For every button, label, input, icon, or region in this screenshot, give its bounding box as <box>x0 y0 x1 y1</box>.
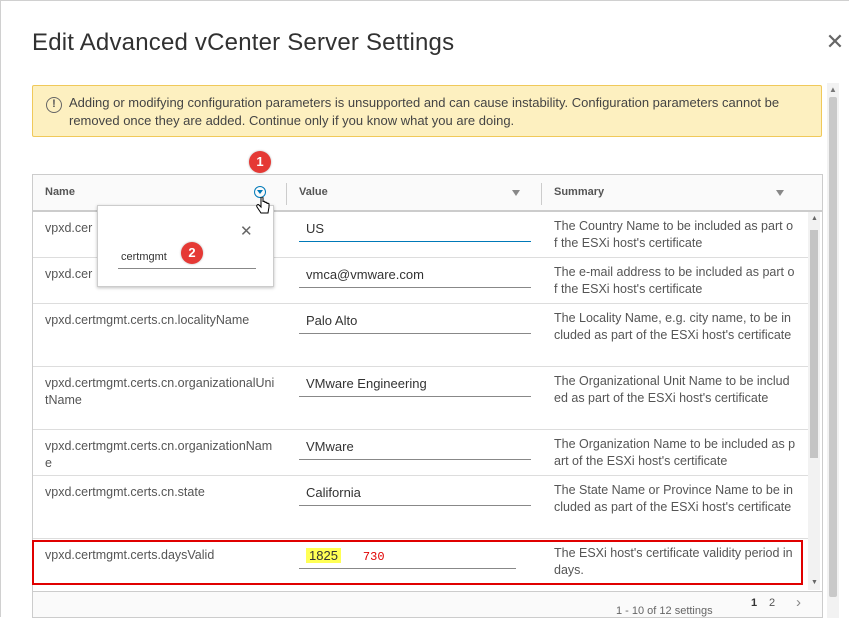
setting-name: vpxd.certmgmt.certs.cn.organizationalUni… <box>45 376 275 407</box>
setting-value-input[interactable]: vmca@vmware.com <box>299 266 531 288</box>
setting-name: vpxd.certmgmt.certs.cn.localityName <box>45 313 250 327</box>
table-row[interactable]: vpxd.certmgmt.certs.cn.organizationName … <box>33 430 808 476</box>
setting-value-input[interactable]: US <box>299 220 531 242</box>
table-row[interactable]: vpxd.certmgmt.certs.cn.localityName Palo… <box>33 304 808 367</box>
scrollbar-thumb[interactable] <box>810 230 818 458</box>
alert-text: Adding or modifying configuration parame… <box>69 95 780 128</box>
column-header-value[interactable]: Value <box>287 175 541 210</box>
setting-name: vpxd.certmgmt.certs.cn.state <box>45 485 205 499</box>
scroll-up-icon[interactable]: ▲ <box>829 85 837 94</box>
setting-value-input[interactable]: Palo Alto <box>299 312 531 334</box>
annotation-badge-2: 2 <box>181 242 203 264</box>
dialog-title: Edit Advanced vCenter Server Settings <box>32 29 455 56</box>
setting-value-input[interactable]: VMware Engineering <box>299 375 531 397</box>
page-1-link[interactable]: 1 <box>751 597 757 609</box>
setting-summary: The State Name or Province Name to be in… <box>554 483 794 514</box>
close-icon[interactable]: ✕ <box>240 222 253 240</box>
scroll-down-icon[interactable]: ▼ <box>811 579 818 586</box>
grid-scrollbar[interactable]: ▲ ▼ <box>808 212 820 590</box>
setting-value-input[interactable]: California <box>299 484 531 506</box>
setting-summary: The Locality Name, e.g. city name, to be… <box>554 311 792 342</box>
setting-value-input[interactable]: VMware <box>299 438 531 460</box>
table-row[interactable]: vpxd.certmgmt.certs.cn.organizationalUni… <box>33 367 808 430</box>
hand-cursor-icon <box>256 197 270 214</box>
table-row[interactable]: vpxd.certmgmt.certs.cn.state California … <box>33 476 808 539</box>
filter-icon-summary[interactable] <box>776 190 784 196</box>
setting-summary: The Country Name to be included as part … <box>554 219 794 250</box>
filter-icon-value[interactable] <box>512 190 520 196</box>
scrollbar-thumb[interactable] <box>829 97 837 597</box>
setting-summary: The Organization Name to be included as … <box>554 437 796 468</box>
grid-footer: 1 - 10 of 12 settings 1 2 › <box>33 591 822 617</box>
close-icon[interactable]: ✕ <box>824 31 846 53</box>
annotation-badge-1: 1 <box>249 151 271 173</box>
setting-name: vpxd.certmgmt.certs.cn.organizationName <box>45 439 273 470</box>
next-page-icon[interactable]: › <box>796 594 801 611</box>
annotation-highlight-box <box>32 540 803 585</box>
column-header-summary[interactable]: Summary <box>542 175 796 210</box>
setting-summary: The Organizational Unit Name to be inclu… <box>554 374 790 405</box>
pagination-count: 1 - 10 of 12 settings <box>616 605 713 617</box>
info-icon: ! <box>46 97 62 113</box>
scroll-up-icon[interactable]: ▲ <box>811 215 818 222</box>
page-2-link[interactable]: 2 <box>769 597 775 609</box>
setting-summary: The e-mail address to be included as par… <box>554 265 795 296</box>
page-scrollbar[interactable]: ▲ <box>827 83 839 618</box>
edit-settings-dialog: Edit Advanced vCenter Server Settings ✕ … <box>0 0 849 618</box>
warning-alert: ! Adding or modifying configuration para… <box>32 85 822 137</box>
